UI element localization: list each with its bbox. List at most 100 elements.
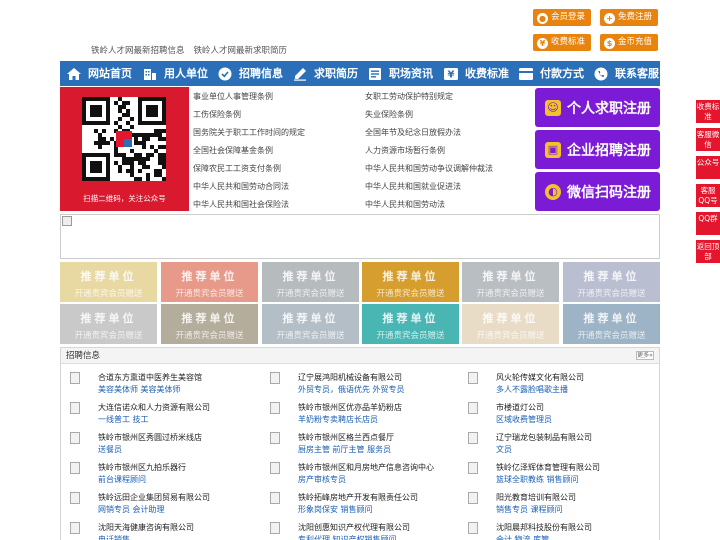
job-item[interactable]: 沈阳天海健康咨询有限公司 电话销售	[65, 520, 260, 540]
job-positions[interactable]: 篮球全职教练 销售顾问	[496, 474, 579, 485]
nav-news[interactable]: 职场资讯	[361, 61, 437, 86]
company-name[interactable]: 铁岭市银州区秀圆过桥米线店	[98, 432, 202, 443]
company-name[interactable]: 风火轮传媒文化有限公司	[496, 372, 584, 383]
law-link[interactable]: 中华人民共和国劳动法	[365, 199, 445, 210]
side-official-account-button[interactable]: 公众号	[696, 156, 720, 179]
company-name[interactable]: 沈阳创惠知识产权代理有限公司	[298, 522, 410, 533]
recommend-slot[interactable]: 推荐单位 开通贵宾会员赠送	[462, 304, 559, 344]
job-item[interactable]: 铁岭市银州区和月房地产信息咨询中心 房产审核专员	[265, 460, 460, 488]
job-item[interactable]: 大连信诺众和人力资源有限公司 一线普工 技工	[65, 400, 260, 428]
job-item[interactable]: 阳光教育培训有限公司 销售专员 课程顾问	[463, 490, 658, 518]
law-link[interactable]: 中华人民共和国劳动合同法	[193, 181, 289, 192]
company-name[interactable]: 沈阳天海健康咨询有限公司	[98, 522, 194, 533]
more-link[interactable]: 更多»	[636, 351, 654, 360]
nav-pricing[interactable]: ¥ 收费标准	[437, 61, 512, 86]
job-item[interactable]: 沈阳晨邦科技股份有限公司 会计 物流 库管	[463, 520, 658, 540]
personal-register-button[interactable]: ☺ 个人求职注册	[535, 88, 660, 127]
company-name[interactable]: 铁岭市银州区和月房地产信息咨询中心	[298, 462, 434, 473]
side-pricing-button[interactable]: 收费标准	[696, 100, 720, 123]
nav-employers[interactable]: 用人单位	[136, 61, 211, 86]
law-link[interactable]: 事业单位人事管理条例	[193, 91, 273, 102]
company-name[interactable]: 阳光教育培训有限公司	[496, 492, 576, 503]
job-item[interactable]: 铁岭市银州区秀圆过桥米线店 送餐员	[65, 430, 260, 458]
side-service-wechat-button[interactable]: 客服微信	[696, 128, 720, 151]
job-item[interactable]: 铁岭远田企业集团贸易有限公司 网销专员 会计助理	[65, 490, 260, 518]
job-positions[interactable]: 电话销售	[98, 534, 130, 540]
nav-payment[interactable]: 付款方式	[512, 61, 587, 86]
job-positions[interactable]: 网销专员 会计助理	[98, 504, 165, 515]
company-name[interactable]: 合道东方熏道中医养生美容馆	[98, 372, 202, 383]
recommend-slot[interactable]: 推荐单位 开通贵宾会员赠送	[60, 262, 157, 302]
job-item[interactable]: 铁岭市银州区格兰西点餐厅 厨房主管 前厅主管 服务员	[265, 430, 460, 458]
job-positions[interactable]: 销售专员 课程顾问	[496, 504, 563, 515]
job-positions[interactable]: 专利代理 知识产权销售顾问	[298, 534, 397, 540]
job-item[interactable]: 合道东方熏道中医养生美容馆 美容美体师 美容美体师	[65, 370, 260, 398]
price-button[interactable]: ¥ 收费标准	[533, 34, 591, 51]
nav-home[interactable]: 网站首页	[60, 61, 136, 86]
job-positions[interactable]: 形象岗保安 销售顾问	[298, 504, 373, 515]
law-link[interactable]: 女职工劳动保护特别规定	[365, 91, 453, 102]
recommend-slot[interactable]: 推荐单位 开通贵宾会员赠送	[60, 304, 157, 344]
job-item[interactable]: 铁岭市银州区优亦品羊奶粉店 羊奶粉专卖聘店长店员	[265, 400, 460, 428]
job-item[interactable]: 铁岭市银州区九拍乐器行 前台课程顾问	[65, 460, 260, 488]
job-positions[interactable]: 前台课程顾问	[98, 474, 146, 485]
job-positions[interactable]: 多人不露脸唱歌主播	[496, 384, 568, 395]
recommend-slot[interactable]: 推荐单位 开通贵宾会员赠送	[161, 262, 258, 302]
recommend-slot[interactable]: 推荐单位 开通贵宾会员赠送	[262, 262, 359, 302]
company-name[interactable]: 沈阳晨邦科技股份有限公司	[496, 522, 592, 533]
job-positions[interactable]: 会计 物流 库管	[496, 534, 549, 540]
job-positions[interactable]: 一线普工 技工	[98, 414, 149, 425]
recommend-slot[interactable]: 推荐单位 开通贵宾会员赠送	[362, 262, 459, 302]
job-item[interactable]: 铁岭拓峰房地产开发有限责任公司 形象岗保安 销售顾问	[265, 490, 460, 518]
coin-recharge-button[interactable]: $ 金币充值	[600, 34, 658, 51]
side-service-qq-button[interactable]: 客服QQ号	[696, 184, 720, 207]
nav-recruitment[interactable]: 招聘信息	[211, 61, 286, 86]
job-positions[interactable]: 羊奶粉专卖聘店长店员	[298, 414, 378, 425]
company-name[interactable]: 辽宁展鸿阳机械设备有限公司	[298, 372, 402, 383]
law-link[interactable]: 保障农民工工资支付条例	[193, 163, 281, 174]
side-back-to-top-button[interactable]: 返回顶部	[696, 240, 720, 263]
wechat-register-button[interactable]: ◐ 微信扫码注册	[535, 172, 660, 211]
nav-contact[interactable]: 联系客服	[587, 61, 660, 86]
register-button[interactable]: + 免费注册	[600, 9, 658, 26]
job-item[interactable]: 沈阳创惠知识产权代理有限公司 专利代理 知识产权销售顾问	[265, 520, 460, 540]
job-item[interactable]: 辽宁瑞龙包装制品有限公司 文员	[463, 430, 658, 458]
recommend-slot[interactable]: 推荐单位 开通贵宾会员赠送	[362, 304, 459, 344]
job-item[interactable]: 市楼道灯公司 区域收费管理员	[463, 400, 658, 428]
job-item[interactable]: 辽宁展鸿阳机械设备有限公司 外贸专员，俄语优先 外贸专员	[265, 370, 460, 398]
company-name[interactable]: 铁岭市银州区九拍乐器行	[98, 462, 186, 473]
law-link[interactable]: 中华人民共和国劳动争议调解仲裁法	[365, 163, 493, 174]
nav-resumes[interactable]: 求职简历	[286, 61, 361, 86]
company-name[interactable]: 铁岭亿泽辉体育管理有限公司	[496, 462, 600, 473]
law-link[interactable]: 中华人民共和国社会保险法	[193, 199, 289, 210]
latest-jobs-link[interactable]: 铁岭人才网最新招聘信息	[91, 46, 185, 56]
company-name[interactable]: 铁岭市银州区优亦品羊奶粉店	[298, 402, 402, 413]
law-link[interactable]: 全国社会保障基金条例	[193, 145, 273, 156]
law-link[interactable]: 工伤保险条例	[193, 109, 241, 120]
job-positions[interactable]: 文员	[496, 444, 512, 455]
job-positions[interactable]: 美容美体师 美容美体师	[98, 384, 181, 395]
company-name[interactable]: 铁岭拓峰房地产开发有限责任公司	[298, 492, 418, 503]
job-item[interactable]: 风火轮传媒文化有限公司 多人不露脸唱歌主播	[463, 370, 658, 398]
job-item[interactable]: 铁岭亿泽辉体育管理有限公司 篮球全职教练 销售顾问	[463, 460, 658, 488]
law-link[interactable]: 国务院关于职工工作时间的规定	[193, 127, 305, 138]
job-positions[interactable]: 厨房主管 前厅主管 服务员	[298, 444, 391, 455]
banner-image[interactable]	[60, 214, 660, 259]
law-link[interactable]: 中华人民共和国就业促进法	[365, 181, 461, 192]
law-link[interactable]: 人力资源市场暂行条例	[365, 145, 445, 156]
company-name[interactable]: 铁岭市银州区格兰西点餐厅	[298, 432, 394, 443]
side-qq-group-button[interactable]: QQ群	[696, 212, 720, 235]
company-register-button[interactable]: ▣ 企业招聘注册	[535, 130, 660, 169]
recommend-slot[interactable]: 推荐单位 开通贵宾会员赠送	[563, 304, 660, 344]
law-link[interactable]: 全国年节及纪念日放假办法	[365, 127, 461, 138]
recommend-slot[interactable]: 推荐单位 开通贵宾会员赠送	[262, 304, 359, 344]
job-positions[interactable]: 房产审核专员	[298, 474, 346, 485]
company-name[interactable]: 大连信诺众和人力资源有限公司	[98, 402, 210, 413]
latest-resumes-link[interactable]: 铁岭人才网最新求职简历	[194, 46, 288, 56]
job-positions[interactable]: 送餐员	[98, 444, 122, 455]
company-name[interactable]: 辽宁瑞龙包装制品有限公司	[496, 432, 592, 443]
recommend-slot[interactable]: 推荐单位 开通贵宾会员赠送	[462, 262, 559, 302]
company-name[interactable]: 市楼道灯公司	[496, 402, 544, 413]
login-button[interactable]: ● 会员登录	[533, 9, 591, 26]
law-link[interactable]: 失业保险条例	[365, 109, 413, 120]
